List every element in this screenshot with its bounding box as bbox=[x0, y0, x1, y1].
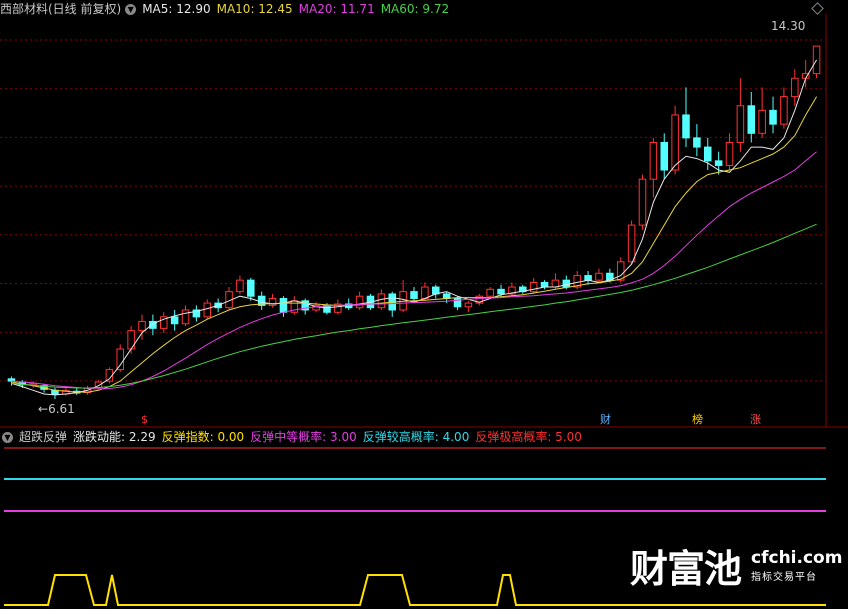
candle-body[interactable] bbox=[682, 114, 690, 139]
ma10-label: MA10: 12.45 bbox=[216, 2, 293, 16]
candle-body[interactable] bbox=[671, 114, 679, 171]
price-chart[interactable] bbox=[0, 0, 848, 609]
candle-body[interactable] bbox=[791, 77, 799, 98]
watermark: 财富池 cfchi.com 指标交易平台 bbox=[630, 538, 842, 593]
event-mark-finance[interactable]: 财 bbox=[600, 411, 611, 427]
low-arrow-icon: ← bbox=[38, 402, 49, 416]
candle-body[interactable] bbox=[769, 109, 777, 125]
candle-body[interactable] bbox=[170, 316, 179, 325]
stock-title: 西部材料(日线 前复权) bbox=[0, 2, 122, 16]
candle-body[interactable] bbox=[540, 281, 549, 288]
candle-body[interactable] bbox=[116, 348, 125, 371]
ma60-line bbox=[11, 223, 817, 389]
candle-body[interactable] bbox=[747, 105, 756, 134]
candle-body[interactable] bbox=[649, 141, 658, 180]
event-mark-dollar[interactable]: $ bbox=[141, 413, 148, 426]
candle-body[interactable] bbox=[236, 279, 244, 293]
candle-body[interactable] bbox=[725, 141, 734, 166]
candle-body[interactable] bbox=[203, 302, 212, 318]
candle-body[interactable] bbox=[736, 105, 745, 143]
candle-body[interactable] bbox=[627, 224, 636, 263]
candle-body[interactable] bbox=[693, 137, 701, 148]
candle-body[interactable] bbox=[486, 288, 494, 297]
indicator-title[interactable]: 超跌反弹 bbox=[19, 429, 67, 445]
event-mark-list[interactable]: 榜 bbox=[692, 411, 703, 427]
ma5-label: MA5: 12.90 bbox=[142, 2, 211, 16]
ma20-label: MA20: 11.71 bbox=[298, 2, 375, 16]
candle-body[interactable] bbox=[431, 286, 440, 295]
candle-body[interactable] bbox=[279, 298, 288, 313]
indicator-item-medium-prob: 反弹中等概率: 3.00 bbox=[250, 430, 357, 444]
high-price-label: 14.30 bbox=[771, 19, 806, 33]
ma20-line bbox=[11, 151, 817, 390]
watermark-tagline: 指标交易平台 bbox=[751, 572, 818, 583]
indicator-item-very-high-prob: 反弹极高概率: 5.00 bbox=[475, 430, 582, 444]
price-grid bbox=[0, 39, 826, 382]
chevron-down-icon[interactable]: ▼ bbox=[125, 3, 137, 15]
event-mark-rise[interactable]: 涨 bbox=[750, 411, 761, 427]
indicator-item-high-prob: 反弹较高概率: 4.00 bbox=[362, 430, 470, 444]
candle-body[interactable] bbox=[355, 295, 364, 309]
low-price-value: 6.61 bbox=[48, 402, 75, 416]
candle-body[interactable] bbox=[780, 96, 788, 125]
chevron-down-icon[interactable]: ▼ bbox=[2, 431, 13, 443]
watermark-domain: cfchi.com bbox=[751, 548, 843, 568]
candle-body[interactable] bbox=[595, 272, 603, 281]
candle-body[interactable] bbox=[377, 293, 386, 309]
candle-body[interactable] bbox=[714, 160, 723, 166]
candle-body[interactable] bbox=[410, 291, 418, 300]
ma60-label: MA60: 9.72 bbox=[380, 2, 450, 16]
candle-body[interactable] bbox=[138, 320, 146, 332]
candle-body[interactable] bbox=[181, 309, 190, 325]
candle-body[interactable] bbox=[497, 288, 505, 295]
chart-header: 西部材料(日线 前复权) ▼ MA5: 12.90 MA10: 12.45 MA… bbox=[0, 1, 455, 17]
candle-body[interactable] bbox=[660, 141, 669, 171]
candle-body[interactable] bbox=[703, 146, 712, 162]
candle-body[interactable] bbox=[562, 279, 571, 288]
candlesticks bbox=[7, 45, 821, 400]
candle-body[interactable] bbox=[464, 302, 473, 308]
watermark-brand: 财富池 bbox=[630, 547, 742, 591]
candle-body[interactable] bbox=[758, 109, 766, 134]
indicator-item-rebound-index: 反弹指数: 0.00 bbox=[161, 430, 245, 444]
candle-body[interactable] bbox=[638, 178, 647, 226]
candle-body[interactable] bbox=[247, 279, 255, 297]
low-price-label: ←6.61 bbox=[38, 402, 75, 416]
candle-body[interactable] bbox=[529, 281, 538, 293]
candle-body[interactable] bbox=[421, 286, 429, 300]
indicator-header: ▼ 超跌反弹 涨跌动能: 2.29 反弹指数: 0.00 反弹中等概率: 3.0… bbox=[0, 429, 588, 445]
candle-body[interactable] bbox=[584, 275, 592, 281]
indicator-item-momentum: 涨跌动能: 2.29 bbox=[73, 430, 156, 444]
